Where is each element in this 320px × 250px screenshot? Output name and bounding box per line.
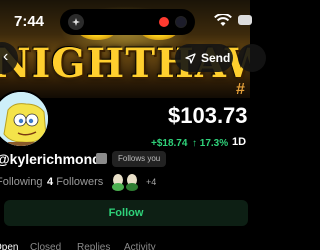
app-icon	[68, 14, 84, 30]
price-change-absolute: +$18.74	[151, 138, 188, 149]
send-icon	[185, 52, 196, 64]
verified-icon	[96, 153, 107, 164]
battery-icon	[238, 15, 252, 25]
recording-indicator	[159, 17, 169, 27]
tab-activity[interactable]: Activity	[124, 242, 156, 250]
followers-count: 4	[47, 176, 54, 188]
mutual-avatars-icon[interactable]	[110, 170, 142, 192]
dynamic-island	[60, 9, 195, 35]
back-arrow-icon: ‹	[3, 48, 9, 65]
send-button[interactable]: Send	[175, 44, 233, 72]
follow-button[interactable]: Follow	[4, 200, 248, 226]
range-tab-1d[interactable]: 1D	[232, 136, 246, 148]
followers-label: Followers	[56, 176, 104, 188]
username: @kylerichmond	[0, 151, 101, 167]
tab-closed[interactable]: Closed	[30, 242, 61, 250]
sponge-character-image	[0, 92, 48, 146]
follows-you-badge: Follows you	[112, 151, 167, 167]
followers-stat[interactable]: 4 Followers	[47, 176, 103, 188]
price-change-percent: ↑ 17.3%	[192, 138, 229, 149]
send-label: Send	[201, 51, 231, 65]
hashtag-label: #	[236, 81, 245, 98]
wifi-icon	[214, 14, 232, 26]
status-time: 7:44	[14, 13, 45, 30]
following-label[interactable]: Following	[0, 176, 42, 188]
more-button[interactable]	[238, 44, 266, 72]
mutual-count[interactable]: +4	[146, 177, 156, 187]
tab-replies[interactable]: Replies	[77, 242, 110, 250]
profile-tabs: Open Closed Replies Activity	[0, 238, 250, 250]
status-bar: 7:44	[0, 0, 252, 42]
price-value: $103.73	[168, 103, 248, 128]
camera-icon	[175, 16, 187, 28]
avatar[interactable]	[0, 90, 50, 148]
tab-open[interactable]: Open	[0, 242, 18, 250]
